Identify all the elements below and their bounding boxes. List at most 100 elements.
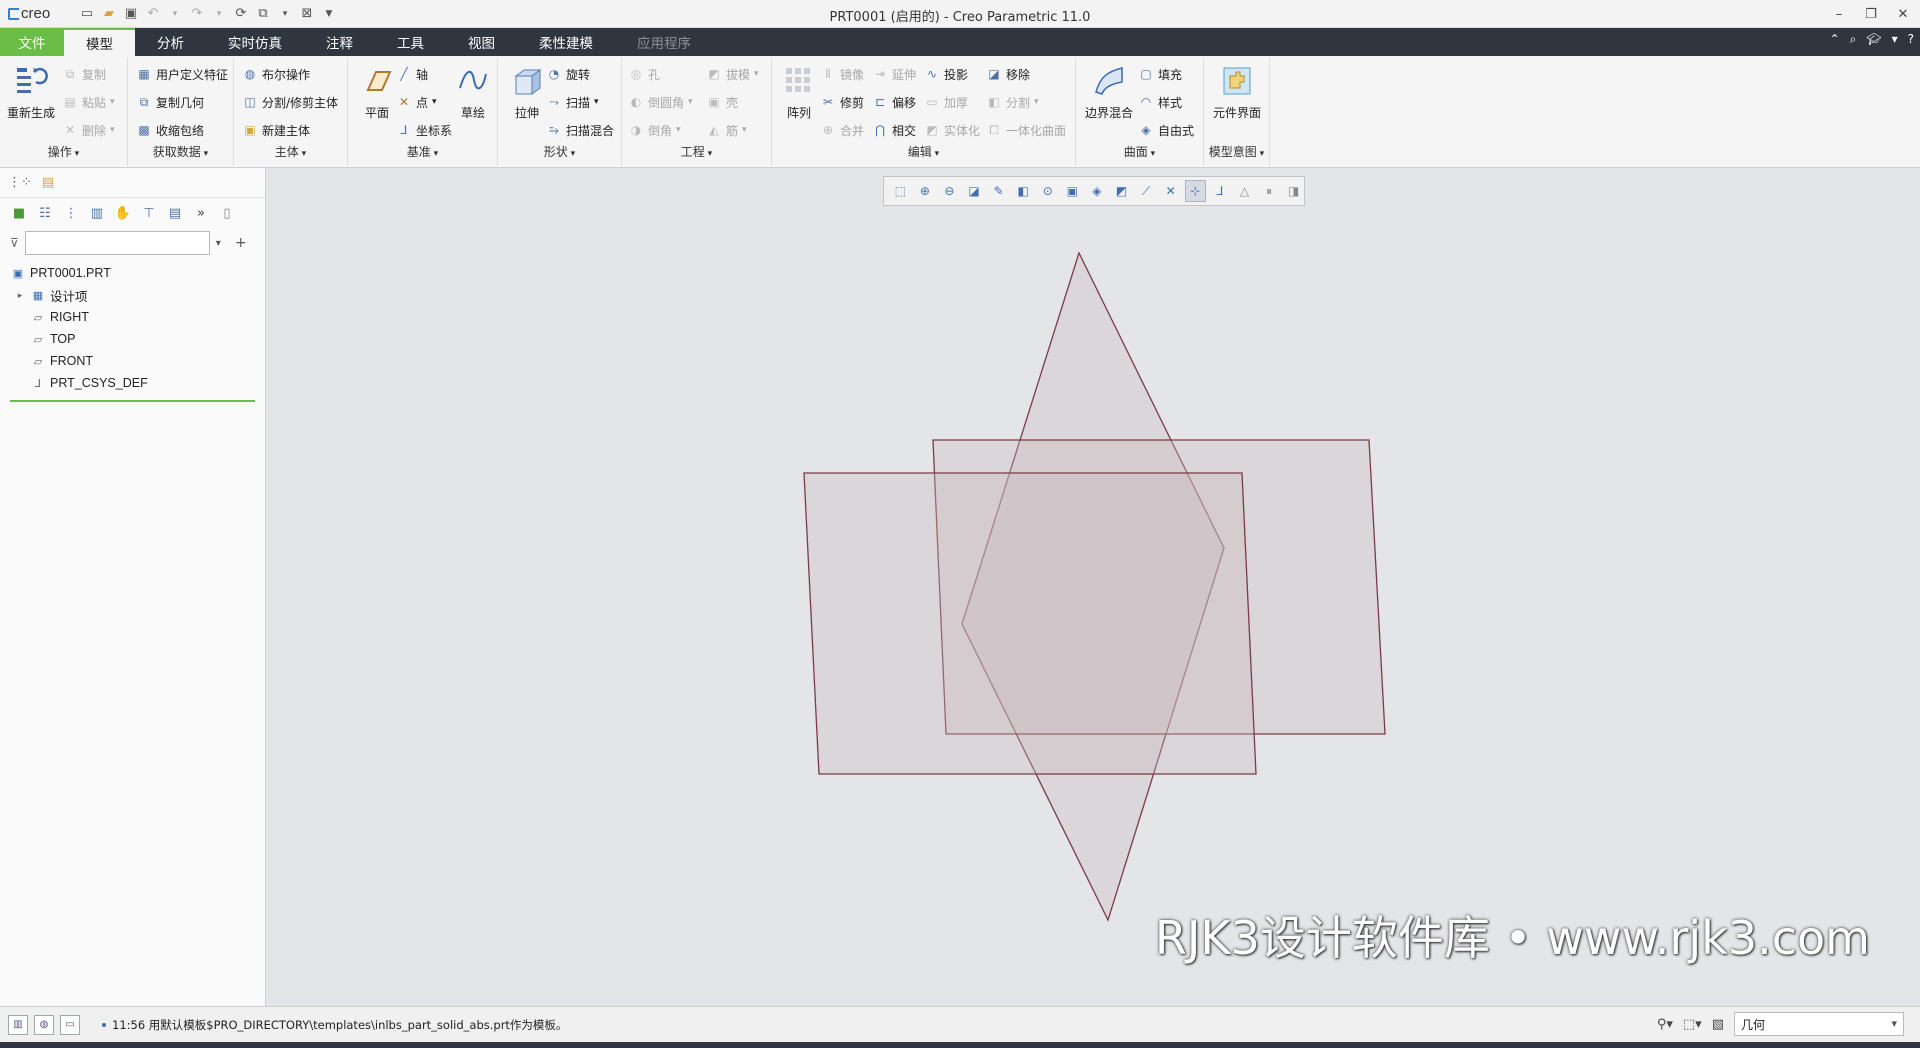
windows-icon[interactable]: ⧉ bbox=[254, 5, 272, 23]
sketch-button[interactable]: 草绘 bbox=[446, 64, 500, 128]
save-icon[interactable]: ▣ bbox=[122, 5, 140, 23]
shrinkwrap-button[interactable]: ▩ 收缩包络 bbox=[136, 120, 204, 140]
selected-items-icon[interactable]: ▧ bbox=[1712, 1017, 1724, 1032]
reorient-icon[interactable]: ✎ bbox=[988, 180, 1009, 202]
spin-center-icon[interactable]: ◨ bbox=[1283, 180, 1304, 202]
fill-button[interactable]: ▢ 填充 bbox=[1138, 64, 1182, 84]
pattern-button[interactable]: 阵列 bbox=[772, 64, 826, 128]
csys-display-icon[interactable]: ⅃ bbox=[1210, 180, 1231, 202]
remove-button[interactable]: ◪ 移除 bbox=[986, 64, 1030, 84]
new-file-icon[interactable]: ▭ bbox=[78, 5, 96, 23]
tab-file[interactable]: 文件 bbox=[0, 28, 64, 56]
tab-view[interactable]: 视图 bbox=[446, 28, 517, 56]
section-icon[interactable]: ◩ bbox=[1111, 180, 1132, 202]
tree-settings-icon[interactable]: ▤ bbox=[166, 206, 184, 221]
help-icon[interactable]: ? bbox=[1908, 32, 1914, 47]
graphics-window[interactable]: ⬚ ⊕ ⊖ ◪ ✎ ◧ ⊙ ▣ ◈ ◩ ⟋ ✕ ⊹ ⅃ △ ⏸︎ ◨ RJK3设… bbox=[267, 168, 1920, 1006]
group-label-shapes[interactable]: 形状 bbox=[498, 143, 621, 160]
point-display-icon[interactable]: ⊹ bbox=[1184, 180, 1206, 202]
hole-button[interactable]: ◎ 孔 bbox=[628, 64, 660, 84]
close-window-icon[interactable]: ⊠ bbox=[298, 5, 316, 23]
regenerate-button[interactable]: 重新生成 bbox=[4, 64, 58, 128]
revolve-button[interactable]: ◔ 旋转 bbox=[546, 64, 590, 84]
dropdown-icon[interactable]: ▾ bbox=[166, 5, 184, 23]
tab-tools[interactable]: 工具 bbox=[375, 28, 446, 56]
navigator-toggle-icon[interactable]: ▥ bbox=[8, 1014, 28, 1035]
shell-button[interactable]: ▣ 壳 bbox=[706, 92, 738, 112]
datum-plane-top[interactable] bbox=[803, 472, 1257, 775]
tab-annotate[interactable]: 注释 bbox=[304, 28, 375, 56]
tree-item-csys[interactable]: ⅃ PRT_CSYS_DEF bbox=[0, 372, 265, 394]
pause-icon[interactable]: ⏸︎ bbox=[1259, 180, 1280, 202]
minimize-icon[interactable]: – bbox=[1826, 3, 1852, 25]
refit-icon[interactable]: ⬚ bbox=[890, 180, 911, 202]
tree-item-top[interactable]: ▱ TOP bbox=[0, 328, 265, 350]
group-label-surfaces[interactable]: 曲面 bbox=[1076, 143, 1203, 160]
split-button[interactable]: ◧ 分割 ▾ bbox=[986, 92, 1038, 112]
collapse-ribbon-icon[interactable]: ⌃ bbox=[1830, 32, 1840, 47]
more-icon[interactable]: » bbox=[192, 206, 210, 221]
tab-flexible-modeling[interactable]: 柔性建模 bbox=[517, 28, 615, 56]
chamfer-button[interactable]: ◑ 倒角 ▾ bbox=[628, 120, 681, 140]
unify-surface-button[interactable]: ⧠ 一体化曲面 bbox=[986, 120, 1066, 140]
expand-icon[interactable]: ▸ bbox=[14, 288, 26, 302]
boolean-button[interactable]: ◍ 布尔操作 bbox=[242, 64, 310, 84]
browser-toggle-icon[interactable]: ◍ bbox=[34, 1014, 54, 1035]
tree-item-front[interactable]: ▱ FRONT bbox=[0, 350, 265, 372]
folder-browser-tab-icon[interactable]: ▤ bbox=[42, 175, 54, 190]
redo-icon[interactable]: ↷ bbox=[188, 5, 206, 23]
thicken-button[interactable]: ▭ 加厚 bbox=[924, 92, 968, 112]
search-icon[interactable]: ⌕ bbox=[1850, 32, 1857, 47]
delete-button[interactable]: ✕ 删除 ▾ bbox=[62, 120, 115, 140]
insert-indicator[interactable] bbox=[10, 400, 255, 402]
project-button[interactable]: ∿ 投影 bbox=[924, 64, 968, 84]
round-button[interactable]: ◐ 倒圆角 ▾ bbox=[628, 92, 693, 112]
regenerate-icon[interactable]: ⟳ bbox=[232, 5, 250, 23]
csys-button[interactable]: ⅃ 坐标系 bbox=[396, 120, 452, 140]
merge-button[interactable]: ⊕ 合并 bbox=[820, 120, 864, 140]
copy-geometry-button[interactable]: ⧉ 复制几何 bbox=[136, 92, 204, 112]
udf-button[interactable]: ▦ 用户定义特征 bbox=[136, 64, 228, 84]
model-tree-tab-icon[interactable]: ⋮⁘ bbox=[8, 175, 32, 190]
highlight-icon[interactable]: ✋ bbox=[114, 206, 132, 221]
zoom-out-icon[interactable]: ⊖ bbox=[939, 180, 960, 202]
tab-live-simulation[interactable]: 实时仿真 bbox=[206, 28, 304, 56]
customize-qat-icon[interactable]: ▼ bbox=[320, 5, 338, 23]
tree-search-input[interactable] bbox=[24, 231, 210, 255]
repaint-icon[interactable]: ◪ bbox=[964, 180, 985, 202]
display-style-icon[interactable]: ⊙ bbox=[1037, 180, 1058, 202]
mirror-button[interactable]: ⫴ 镜像 bbox=[820, 64, 864, 84]
plane-display-icon[interactable]: ⟋ bbox=[1136, 180, 1157, 202]
annotation-display-icon[interactable]: △ bbox=[1234, 180, 1255, 202]
fullscreen-toggle-icon[interactable]: ▭ bbox=[60, 1014, 80, 1035]
add-filter-icon[interactable]: + bbox=[235, 235, 247, 251]
dropdown-icon[interactable]: ▾ bbox=[1892, 32, 1898, 47]
paste-button[interactable]: ▤ 粘贴 ▾ bbox=[62, 92, 114, 112]
solidify-button[interactable]: ◩ 实体化 bbox=[924, 120, 980, 140]
datum-planes[interactable] bbox=[267, 168, 1920, 1006]
extend-button[interactable]: ⇥ 延伸 bbox=[872, 64, 916, 84]
point-button[interactable]: ✕ 点 ▾ bbox=[396, 92, 437, 112]
tree-item-right[interactable]: ▱ RIGHT bbox=[0, 306, 265, 328]
search-options-icon[interactable]: ▾ bbox=[216, 238, 221, 249]
perspective-icon[interactable]: ◈ bbox=[1087, 180, 1108, 202]
group-label-datum[interactable]: 基准 bbox=[348, 143, 497, 160]
style-button[interactable]: ◠ 样式 bbox=[1138, 92, 1182, 112]
find-icon[interactable]: ⚲▾ bbox=[1657, 1017, 1673, 1032]
saved-orientations-icon[interactable]: ◧ bbox=[1013, 180, 1034, 202]
intersect-button[interactable]: ⋂ 相交 bbox=[872, 120, 916, 140]
tree-filter-icon[interactable]: ⊤ bbox=[140, 206, 158, 221]
tree-hierarchy-icon[interactable]: ☷ bbox=[36, 206, 54, 221]
selection-filter-select[interactable]: 几何 bbox=[1734, 1012, 1904, 1036]
tree-details-icon[interactable]: ▯ bbox=[218, 206, 236, 221]
zoom-in-icon[interactable]: ⊕ bbox=[915, 180, 936, 202]
tree-list-icon[interactable]: ⋮ bbox=[62, 206, 80, 221]
tab-applications[interactable]: 应用程序 bbox=[615, 28, 713, 56]
open-folder-icon[interactable]: ▰ bbox=[100, 5, 118, 23]
trim-button[interactable]: ✂ 修剪 bbox=[820, 92, 864, 112]
group-label-operations[interactable]: 操作 bbox=[0, 143, 127, 160]
rib-button[interactable]: ◭ 筋 ▾ bbox=[706, 120, 746, 140]
draft-button[interactable]: ◩ 拔模 ▾ bbox=[706, 64, 758, 84]
view-manager-icon[interactable]: ▣ bbox=[1062, 180, 1083, 202]
group-label-model-intent[interactable]: 模型意图 bbox=[1204, 143, 1269, 160]
